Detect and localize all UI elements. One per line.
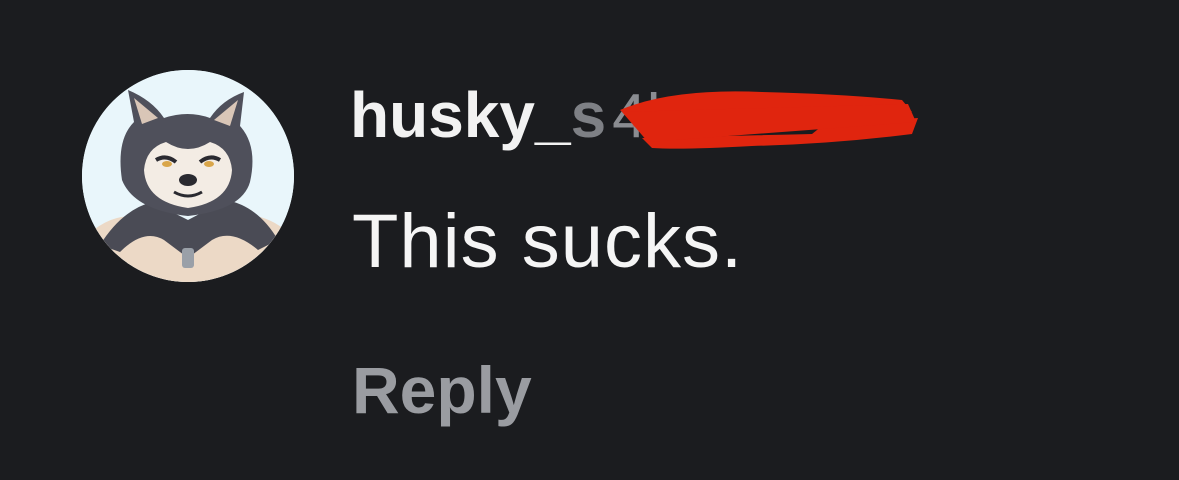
comment-item: husky_s4h This sucks. Reply <box>0 0 1179 480</box>
avatar[interactable] <box>82 70 294 282</box>
reply-button[interactable]: Reply <box>352 352 532 428</box>
husky-avatar-icon <box>82 70 294 282</box>
username[interactable]: husky_ <box>350 79 571 151</box>
username-redacted-part[interactable]: s <box>571 79 607 151</box>
comment-text: This sucks. <box>352 199 744 284</box>
timestamp: 4h <box>612 82 682 151</box>
comment-header: husky_s4h <box>350 78 681 158</box>
